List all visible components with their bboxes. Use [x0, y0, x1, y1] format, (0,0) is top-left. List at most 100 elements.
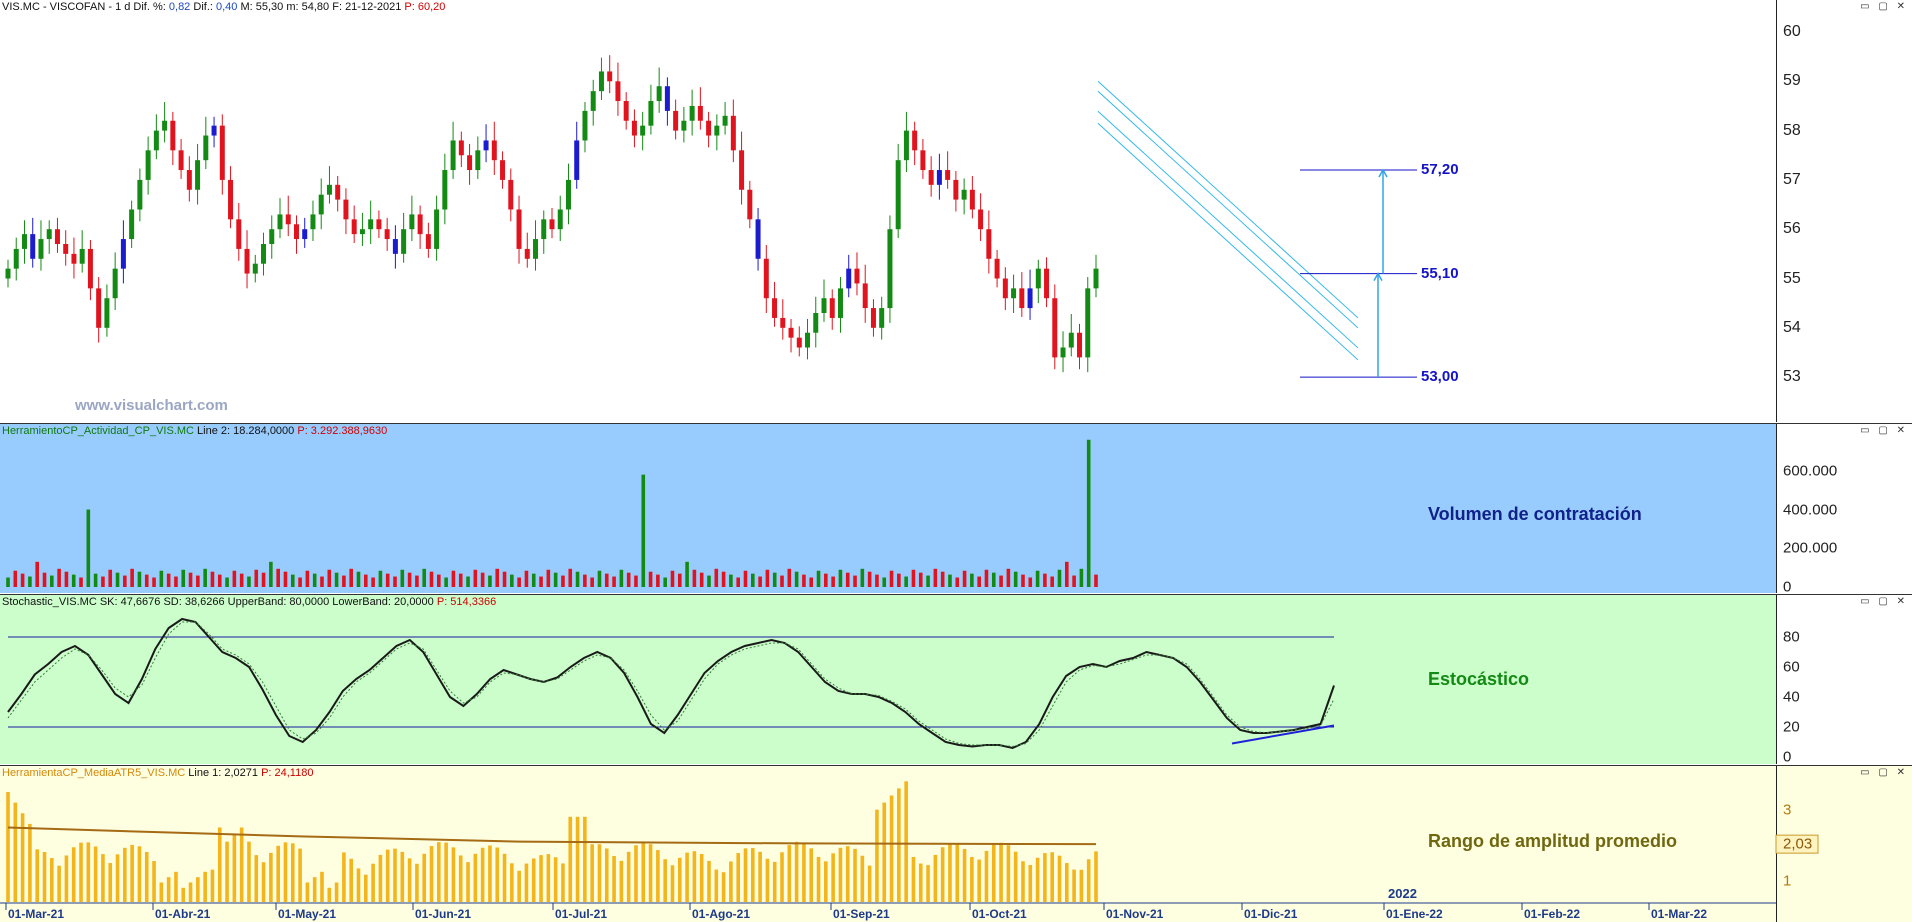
volume-bar	[1086, 439, 1091, 587]
price-candle	[401, 229, 407, 254]
x-tick-label: 01-Oct-21	[972, 907, 1027, 921]
volume-bar	[50, 575, 54, 587]
price-candle	[805, 332, 811, 348]
price-candle	[21, 234, 27, 249]
price-candle	[549, 219, 555, 230]
atr-bar	[115, 854, 120, 902]
volume-bar	[590, 577, 594, 587]
volume-bar	[1006, 568, 1011, 587]
price-candle	[269, 229, 275, 244]
price-candle	[170, 120, 176, 151]
atr-bar	[940, 847, 945, 902]
atr-indicator-name: HerramientaCP_MediaATR5_VIS.MC	[2, 767, 186, 779]
price-candle	[425, 234, 431, 249]
price-candle	[516, 209, 522, 249]
volume-bar	[962, 570, 967, 587]
x-tick-label: 01-Mar-21	[8, 907, 65, 921]
atr-bar	[648, 844, 653, 902]
volume-bar	[400, 569, 405, 587]
stochastic-sd-line	[7, 621, 1335, 748]
price-window-buttons[interactable]: ▭ ▢ ✕	[1860, 1, 1908, 12]
atr-bar	[677, 857, 682, 902]
atr-bar	[371, 863, 375, 902]
atr-bar	[334, 882, 339, 902]
price-candle	[450, 140, 456, 171]
y-tick-label: 3	[1783, 801, 1792, 819]
atr-bar	[188, 882, 193, 902]
atr-bar	[597, 844, 602, 902]
price-candle	[648, 101, 654, 126]
stochastic-window-buttons[interactable]: ▭ ▢ ✕	[1860, 596, 1908, 607]
atr-window-buttons[interactable]: ▭ ▢ ✕	[1860, 767, 1908, 778]
price-candle	[129, 209, 135, 240]
volume-bar	[634, 575, 638, 587]
price-candle	[376, 219, 382, 230]
atr-bar	[466, 862, 470, 902]
atr-bar	[203, 871, 207, 902]
volume-bar	[1094, 574, 1098, 587]
volume-window-buttons[interactable]: ▭ ▢ ✕	[1860, 425, 1908, 436]
atr-bar	[488, 845, 492, 902]
volume-bar	[780, 575, 784, 587]
atr-bar	[721, 872, 726, 902]
atr-bar	[758, 851, 762, 902]
atr-bar	[926, 865, 930, 902]
volume-bar	[239, 573, 244, 587]
x-tick-label: 01-Dic-21	[1244, 907, 1298, 921]
volume-bar	[422, 568, 427, 587]
y-tick-label: 0	[1783, 578, 1792, 596]
price-candle	[763, 258, 769, 299]
atr-bar	[502, 853, 507, 902]
price-candle	[310, 214, 316, 230]
atr-bar	[626, 851, 631, 902]
atr-bar	[210, 869, 215, 902]
atr-bar	[35, 849, 40, 902]
y-tick-label: 40	[1783, 688, 1800, 706]
atr-bar	[904, 781, 908, 902]
y-tick-label: 1	[1783, 872, 1792, 890]
volume-bar	[320, 576, 324, 587]
price-candle	[1002, 278, 1008, 299]
price-candle	[821, 298, 827, 314]
price-candle	[598, 71, 604, 92]
volume-bar	[897, 573, 901, 587]
price-candle	[920, 150, 926, 171]
price-candle	[137, 179, 143, 210]
volume-bar	[13, 570, 18, 587]
price-candle	[870, 308, 876, 328]
atr-bar	[13, 802, 18, 902]
price-candle	[153, 130, 159, 151]
volume-bar	[196, 575, 200, 587]
atr-bar	[510, 863, 514, 902]
price-candle	[879, 308, 885, 328]
price-candle	[1077, 332, 1083, 358]
price-candle	[30, 234, 36, 259]
atr-bar	[999, 842, 1003, 902]
price-candle	[236, 219, 242, 249]
volume-bar	[1050, 576, 1054, 587]
atr-average-line	[7, 826, 1097, 846]
price-candle	[508, 179, 514, 210]
volume-bar	[758, 576, 762, 587]
atr-bar	[312, 877, 317, 902]
volume-bar	[940, 571, 945, 587]
volume-bar	[794, 571, 799, 587]
symbol-label: VIS.MC - VISCOFAN - 1 d	[2, 1, 131, 13]
atr-bar	[970, 856, 974, 902]
volume-bar	[488, 575, 492, 587]
atr-bar	[444, 842, 448, 902]
atr-bar	[933, 854, 938, 902]
volume-bar	[210, 571, 215, 587]
atr-bar	[787, 845, 792, 902]
price-candle	[392, 239, 398, 254]
atr-bar	[385, 849, 390, 902]
price-candle	[986, 229, 992, 259]
price-candle	[533, 239, 539, 259]
y-tick-label: 55	[1783, 269, 1801, 287]
price-candle	[178, 150, 184, 171]
atr-bar	[561, 863, 565, 902]
volume-bar	[144, 574, 149, 587]
volume-bar	[371, 577, 375, 587]
volume-bar	[568, 568, 573, 587]
atr-bar	[458, 855, 463, 902]
